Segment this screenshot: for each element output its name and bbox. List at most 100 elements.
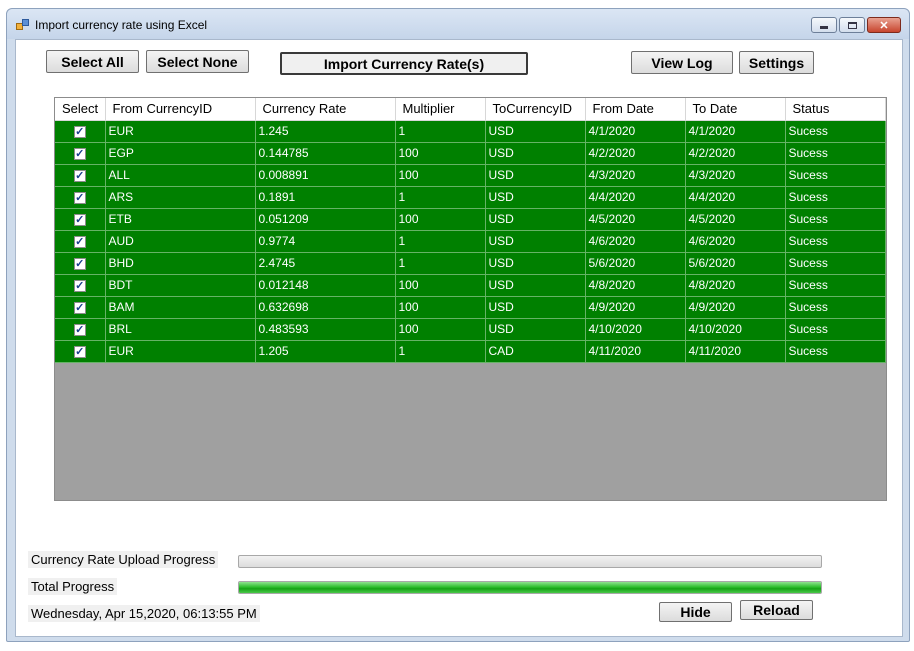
select-cell[interactable]: ✓ (55, 164, 106, 187)
table-row[interactable]: ✓ EUR 1.205 1 CAD 4/11/2020 4/11/2020 Sucess (55, 340, 886, 363)
to-date-cell[interactable]: 4/3/2020 (685, 164, 786, 187)
column-header-from-currency[interactable]: From CurrencyID (105, 98, 256, 121)
from-currency-cell[interactable]: BHD (105, 252, 256, 275)
multiplier-cell[interactable]: 1 (395, 230, 486, 253)
row-select-checkbox[interactable]: ✓ (73, 257, 86, 270)
to-currency-cell[interactable]: USD (485, 142, 586, 165)
table-row[interactable]: ✓ BAM 0.632698 100 USD 4/9/2020 4/9/2020 Sucess (55, 296, 886, 319)
to-date-cell[interactable]: 4/4/2020 (685, 186, 786, 209)
select-cell[interactable]: ✓ (55, 142, 106, 165)
column-header-currency-rate[interactable]: Currency Rate (255, 98, 396, 121)
row-select-checkbox[interactable]: ✓ (73, 323, 86, 336)
select-none-button[interactable]: Select None (146, 50, 249, 73)
row-select-checkbox[interactable]: ✓ (73, 147, 86, 160)
select-cell[interactable]: ✓ (55, 186, 106, 209)
table-row[interactable]: ✓ EUR 1.245 1 USD 4/1/2020 4/1/2020 Sucess (55, 120, 886, 143)
currency-rate-cell[interactable]: 0.012148 (255, 274, 396, 297)
from-currency-cell[interactable]: EGP (105, 142, 256, 165)
from-currency-cell[interactable]: ETB (105, 208, 256, 231)
to-date-cell[interactable]: 5/6/2020 (685, 252, 786, 275)
status-cell[interactable]: Sucess (785, 252, 886, 275)
table-row[interactable]: ✓ AUD 0.9774 1 USD 4/6/2020 4/6/2020 Sucess (55, 230, 886, 253)
multiplier-cell[interactable]: 100 (395, 142, 486, 165)
status-cell[interactable]: Sucess (785, 186, 886, 209)
to-date-cell[interactable]: 4/10/2020 (685, 318, 786, 341)
from-date-cell[interactable]: 4/11/2020 (585, 340, 686, 363)
column-header-to-date[interactable]: To Date (685, 98, 786, 121)
maximize-button[interactable] (839, 17, 865, 33)
from-date-cell[interactable]: 5/6/2020 (585, 252, 686, 275)
hide-button[interactable]: Hide (659, 602, 732, 622)
from-date-cell[interactable]: 4/10/2020 (585, 318, 686, 341)
from-currency-cell[interactable]: AUD (105, 230, 256, 253)
from-date-cell[interactable]: 4/2/2020 (585, 142, 686, 165)
status-cell[interactable]: Sucess (785, 296, 886, 319)
row-select-checkbox[interactable]: ✓ (73, 235, 86, 248)
to-currency-cell[interactable]: USD (485, 120, 586, 143)
to-date-cell[interactable]: 4/8/2020 (685, 274, 786, 297)
row-select-checkbox[interactable]: ✓ (73, 213, 86, 226)
multiplier-cell[interactable]: 100 (395, 164, 486, 187)
select-cell[interactable]: ✓ (55, 296, 106, 319)
currency-rate-cell[interactable]: 0.1891 (255, 186, 396, 209)
status-cell[interactable]: Sucess (785, 142, 886, 165)
row-select-checkbox[interactable]: ✓ (73, 345, 86, 358)
multiplier-cell[interactable]: 1 (395, 252, 486, 275)
table-row[interactable]: ✓ BRL 0.483593 100 USD 4/10/2020 4/10/2020 Suce… (55, 318, 886, 341)
status-cell[interactable]: Sucess (785, 164, 886, 187)
select-cell[interactable]: ✓ (55, 230, 106, 253)
from-currency-cell[interactable]: BDT (105, 274, 256, 297)
multiplier-cell[interactable]: 100 (395, 318, 486, 341)
to-date-cell[interactable]: 4/6/2020 (685, 230, 786, 253)
status-cell[interactable]: Sucess (785, 230, 886, 253)
to-currency-cell[interactable]: USD (485, 252, 586, 275)
table-row[interactable]: ✓ BHD 2.4745 1 USD 5/6/2020 5/6/2020 Sucess (55, 252, 886, 275)
to-date-cell[interactable]: 4/9/2020 (685, 296, 786, 319)
from-date-cell[interactable]: 4/6/2020 (585, 230, 686, 253)
select-cell[interactable]: ✓ (55, 120, 106, 143)
status-cell[interactable]: Sucess (785, 208, 886, 231)
to-currency-cell[interactable]: USD (485, 164, 586, 187)
from-date-cell[interactable]: 4/3/2020 (585, 164, 686, 187)
select-cell[interactable]: ✓ (55, 274, 106, 297)
to-currency-cell[interactable]: CAD (485, 340, 586, 363)
currency-rate-grid[interactable]: Select From CurrencyID Currency Rate Mul… (54, 97, 887, 501)
to-currency-cell[interactable]: USD (485, 230, 586, 253)
to-date-cell[interactable]: 4/5/2020 (685, 208, 786, 231)
to-currency-cell[interactable]: USD (485, 208, 586, 231)
from-date-cell[interactable]: 4/9/2020 (585, 296, 686, 319)
reload-button[interactable]: Reload (740, 600, 813, 620)
multiplier-cell[interactable]: 100 (395, 296, 486, 319)
to-date-cell[interactable]: 4/2/2020 (685, 142, 786, 165)
from-currency-cell[interactable]: BRL (105, 318, 256, 341)
select-cell[interactable]: ✓ (55, 340, 106, 363)
multiplier-cell[interactable]: 1 (395, 340, 486, 363)
currency-rate-cell[interactable]: 0.9774 (255, 230, 396, 253)
currency-rate-cell[interactable]: 0.483593 (255, 318, 396, 341)
table-row[interactable]: ✓ ARS 0.1891 1 USD 4/4/2020 4/4/2020 Sucess (55, 186, 886, 209)
from-currency-cell[interactable]: BAM (105, 296, 256, 319)
from-currency-cell[interactable]: ALL (105, 164, 256, 187)
to-currency-cell[interactable]: USD (485, 274, 586, 297)
minimize-button[interactable] (811, 17, 837, 33)
multiplier-cell[interactable]: 100 (395, 274, 486, 297)
to-currency-cell[interactable]: USD (485, 318, 586, 341)
multiplier-cell[interactable]: 1 (395, 186, 486, 209)
from-date-cell[interactable]: 4/8/2020 (585, 274, 686, 297)
from-date-cell[interactable]: 4/1/2020 (585, 120, 686, 143)
multiplier-cell[interactable]: 100 (395, 208, 486, 231)
to-currency-cell[interactable]: USD (485, 186, 586, 209)
currency-rate-cell[interactable]: 0.632698 (255, 296, 396, 319)
import-currency-rates-button[interactable]: Import Currency Rate(s) (280, 52, 528, 75)
currency-rate-cell[interactable]: 0.051209 (255, 208, 396, 231)
to-currency-cell[interactable]: USD (485, 296, 586, 319)
multiplier-cell[interactable]: 1 (395, 120, 486, 143)
status-cell[interactable]: Sucess (785, 120, 886, 143)
column-header-status[interactable]: Status (785, 98, 886, 121)
column-header-from-date[interactable]: From Date (585, 98, 686, 121)
status-cell[interactable]: Sucess (785, 318, 886, 341)
row-select-checkbox[interactable]: ✓ (73, 301, 86, 314)
row-select-checkbox[interactable]: ✓ (73, 191, 86, 204)
column-header-to-currency[interactable]: ToCurrencyID (485, 98, 586, 121)
row-select-checkbox[interactable]: ✓ (73, 169, 86, 182)
